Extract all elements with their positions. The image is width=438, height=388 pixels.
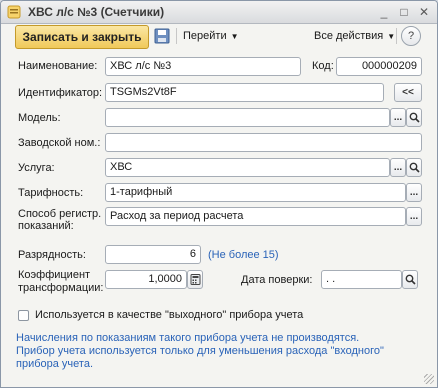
coefficient-label-line2: трансформации:	[18, 282, 104, 294]
maximize-icon[interactable]: □	[397, 5, 411, 19]
registration-method-select-button[interactable]: ...	[406, 207, 422, 226]
service-label: Услуга:	[18, 162, 55, 174]
identifier-label: Идентификатор:	[18, 87, 103, 99]
name-field[interactable]: ХВС л/с №3	[105, 57, 301, 76]
calculator-icon	[190, 274, 200, 285]
close-icon[interactable]: ✕	[417, 5, 431, 19]
identifier-field[interactable]: TSGMs2Vt8F	[105, 83, 384, 102]
coefficient-label-line1: Коэффициент	[18, 269, 91, 281]
save-and-close-button[interactable]: Записать и закрыть	[15, 25, 149, 49]
digit-capacity-field[interactable]: 6	[105, 245, 201, 264]
output-meter-checkbox[interactable]	[18, 310, 29, 321]
registration-method-field[interactable]: Расход за период расчета	[105, 207, 406, 226]
check-date-picker-button[interactable]	[402, 270, 418, 289]
magnifier-icon	[409, 112, 420, 123]
coefficient-field[interactable]: 1,0000	[105, 270, 187, 289]
serial-number-field[interactable]	[105, 133, 422, 152]
help-button[interactable]: ?	[401, 26, 421, 46]
code-label: Код:	[312, 60, 334, 72]
service-open-button[interactable]	[406, 158, 422, 177]
digit-capacity-label: Разрядность:	[18, 249, 86, 261]
chevron-down-icon: ▼	[387, 31, 396, 41]
all-actions-menu[interactable]: Все действия ▼	[314, 28, 395, 44]
check-date-field[interactable]: . .	[321, 270, 402, 289]
goto-menu[interactable]: Перейти ▼	[183, 28, 239, 44]
toolbar-separator	[176, 28, 177, 44]
name-label: Наименование:	[18, 60, 98, 72]
service-select-button[interactable]: ...	[390, 158, 406, 177]
model-label: Модель:	[18, 112, 61, 124]
output-meter-checkbox-label[interactable]: Используется в качестве "выходного" приб…	[35, 309, 303, 321]
chevron-down-icon: ▼	[230, 31, 239, 41]
all-actions-label: Все действия	[314, 30, 384, 42]
magnifier-icon	[405, 274, 416, 285]
info-line: Начисления по показаниям такого прибора …	[16, 332, 360, 344]
window-title: ХВС л/с №3 (Счетчики)	[28, 5, 165, 19]
info-line: прибора учета.	[16, 358, 93, 370]
calculator-button[interactable]	[187, 270, 203, 289]
goto-menu-label: Перейти	[183, 30, 227, 42]
info-note: Начисления по показаниям такого прибора …	[16, 332, 416, 371]
tariff-select-button[interactable]: ...	[406, 183, 422, 202]
info-line: Прибор учета используется только для уме…	[16, 345, 384, 357]
model-select-button[interactable]: ...	[390, 108, 406, 127]
minimize-icon[interactable]: _	[377, 5, 391, 19]
generate-id-button[interactable]: <<	[394, 83, 422, 102]
toolbar: Записать и закрыть Перейти ▼ Все действи…	[1, 23, 437, 49]
check-date-label: Дата поверки:	[241, 274, 313, 286]
model-open-button[interactable]	[406, 108, 422, 127]
form-window: ХВС л/с №3 (Счетчики) _ □ ✕ Записать и з…	[0, 0, 438, 388]
save-icon[interactable]	[154, 28, 170, 44]
registration-method-label-line2: показаний:	[18, 220, 74, 232]
form-icon	[7, 5, 21, 19]
tariff-field[interactable]: 1-тарифный	[105, 183, 406, 202]
registration-method-label-line1: Способ регистр.	[18, 208, 102, 220]
code-field[interactable]: 000000209	[336, 57, 422, 76]
model-field[interactable]	[105, 108, 390, 127]
resize-grip[interactable]	[424, 374, 434, 384]
tariff-label: Тарифность:	[18, 187, 84, 199]
magnifier-icon	[409, 162, 420, 173]
title-bar: ХВС л/с №3 (Счетчики) _ □ ✕	[1, 1, 437, 24]
digit-capacity-hint: (Не более 15)	[208, 249, 279, 261]
toolbar-separator	[396, 28, 397, 44]
serial-number-label: Заводской ном.:	[18, 137, 101, 149]
service-field[interactable]: ХВС	[105, 158, 390, 177]
